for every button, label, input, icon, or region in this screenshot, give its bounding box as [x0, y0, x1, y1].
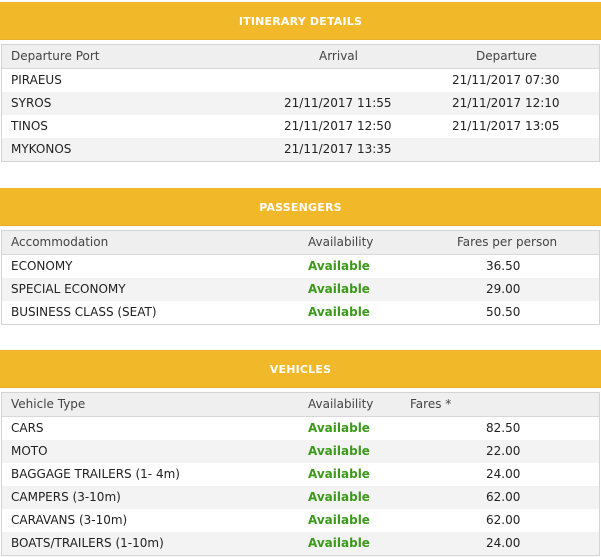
fare-value: 36.50 [486, 259, 521, 273]
fare-value: 62.00 [486, 490, 521, 504]
passengers-title: PASSENGERS [0, 188, 601, 226]
vehicles-header-row: Vehicle Type Availability Fares * [2, 393, 599, 417]
availability-status: Available [308, 490, 370, 504]
table-row: PIRAEUS 21/11/2017 07:30 [2, 69, 599, 92]
port-name: PIRAEUS [11, 73, 62, 87]
table-row: ECONOMY Available 36.50 [2, 255, 599, 278]
table-row: BAGGAGE TRAILERS (1- 4m) Available 24.00 [2, 463, 599, 486]
table-row: TINOS 21/11/2017 12:50 21/11/2017 13:05 [2, 115, 599, 138]
table-row: SPECIAL ECONOMY Available 29.00 [2, 278, 599, 301]
header-fares: Fares * [410, 397, 452, 411]
arrival-time: 21/11/2017 13:35 [284, 142, 392, 156]
port-name: SYROS [11, 96, 52, 110]
port-name: TINOS [11, 119, 48, 133]
fare-value: 24.00 [486, 536, 521, 550]
header-arrival: Arrival [319, 49, 358, 63]
header-availability: Availability [308, 235, 374, 249]
table-row: BOATS/TRAILERS (1-10m) Available 24.00 [2, 532, 599, 555]
arrival-time: 21/11/2017 11:55 [284, 96, 392, 110]
table-row: MOTO Available 22.00 [2, 440, 599, 463]
itinerary-title: ITINERARY DETAILS [0, 2, 601, 40]
itinerary-section: ITINERARY DETAILS Departure Port Arrival… [0, 2, 601, 162]
vehicle-type: CARS [11, 421, 44, 435]
availability-status: Available [308, 282, 370, 296]
vehicle-type: MOTO [11, 444, 48, 458]
vehicles-title: VEHICLES [0, 350, 601, 388]
availability-status: Available [308, 444, 370, 458]
vehicle-type: CAMPERS (3-10m) [11, 490, 121, 504]
passengers-header-row: Accommodation Availability Fares per per… [2, 231, 599, 255]
departure-time: 21/11/2017 12:10 [452, 96, 560, 110]
itinerary-table: Departure Port Arrival Departure PIRAEUS… [1, 44, 600, 162]
accommodation-name: ECONOMY [11, 259, 73, 273]
header-accommodation: Accommodation [11, 235, 109, 249]
table-row: CARS Available 82.50 [2, 417, 599, 440]
vehicle-type: CARAVANS (3-10m) [11, 513, 128, 527]
availability-status: Available [308, 536, 370, 550]
table-row: CARAVANS (3-10m) Available 62.00 [2, 509, 599, 532]
accommodation-name: BUSINESS CLASS (SEAT) [11, 305, 157, 319]
passengers-table: Accommodation Availability Fares per per… [1, 230, 600, 325]
header-departure: Departure [476, 49, 537, 63]
header-availability: Availability [308, 397, 374, 411]
accommodation-name: SPECIAL ECONOMY [11, 282, 126, 296]
header-fares-per-person: Fares per person [457, 235, 558, 249]
fare-value: 29.00 [486, 282, 521, 296]
vehicle-type: BOATS/TRAILERS (1-10m) [11, 536, 164, 550]
fare-value: 24.00 [486, 467, 521, 481]
table-row: BUSINESS CLASS (SEAT) Available 50.50 [2, 301, 599, 324]
availability-status: Available [308, 513, 370, 527]
fare-value: 22.00 [486, 444, 521, 458]
arrival-time: 21/11/2017 12:50 [284, 119, 392, 133]
availability-status: Available [308, 305, 370, 319]
table-row: MYKONOS 21/11/2017 13:35 [2, 138, 599, 161]
vehicles-section: VEHICLES Vehicle Type Availability Fares… [0, 350, 601, 556]
table-row: CAMPERS (3-10m) Available 62.00 [2, 486, 599, 509]
fare-value: 82.50 [486, 421, 521, 435]
itinerary-header-row: Departure Port Arrival Departure [2, 45, 599, 69]
port-name: MYKONOS [11, 142, 72, 156]
vehicles-table: Vehicle Type Availability Fares * CARS A… [1, 392, 600, 556]
departure-time: 21/11/2017 13:05 [452, 119, 560, 133]
availability-status: Available [308, 259, 370, 273]
departure-time: 21/11/2017 07:30 [452, 73, 560, 87]
header-vehicle-type: Vehicle Type [11, 397, 86, 411]
vehicle-type: BAGGAGE TRAILERS (1- 4m) [11, 467, 180, 481]
fare-value: 62.00 [486, 513, 521, 527]
passengers-section: PASSENGERS Accommodation Availability Fa… [0, 188, 601, 325]
table-row: SYROS 21/11/2017 11:55 21/11/2017 12:10 [2, 92, 599, 115]
availability-status: Available [308, 421, 370, 435]
fare-value: 50.50 [486, 305, 521, 319]
availability-status: Available [308, 467, 370, 481]
header-departure-port: Departure Port [11, 49, 100, 63]
